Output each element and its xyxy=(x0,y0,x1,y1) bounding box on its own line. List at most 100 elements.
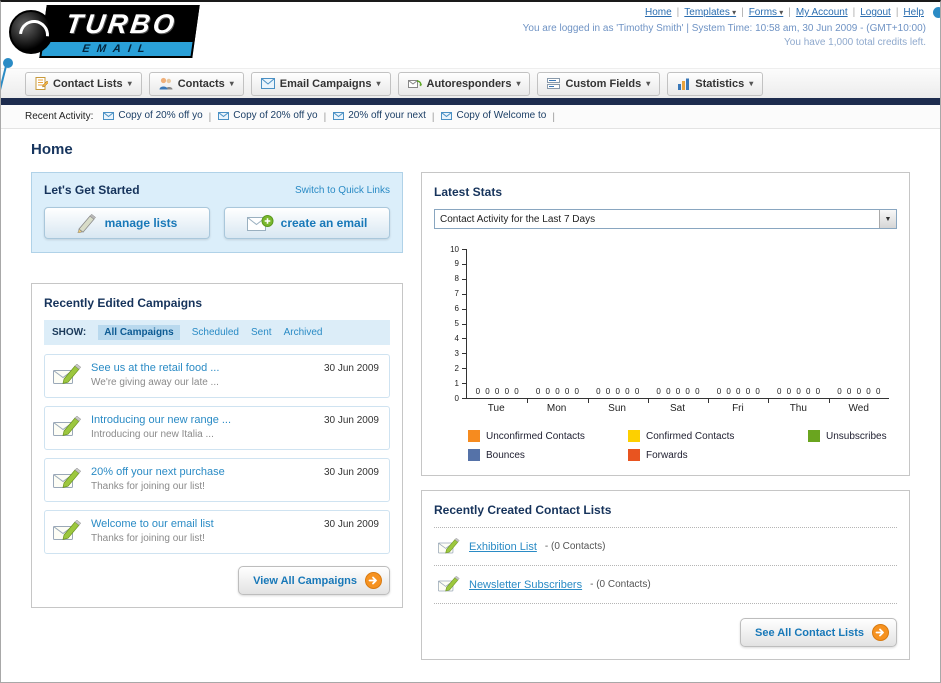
recent-activity-bar: Recent Activity: Copy of 20% off yo | Copy… xyxy=(1,105,940,129)
campaign-filter-all-campaigns[interactable]: All Campaigns xyxy=(98,325,180,340)
campaign-date: 30 Jun 2009 xyxy=(323,363,379,374)
chart-plot-area: 0 0 0 0 0 0 0 0 0 0 0 0 0 0 0 0 0 0 0 0 0 0 … xyxy=(466,249,889,403)
view-all-campaigns-button[interactable]: View All Campaigns xyxy=(238,566,390,595)
pencil-icon xyxy=(77,213,98,233)
nav-tab-contacts[interactable]: Contacts ▾ xyxy=(148,71,244,96)
nav-tab-label: Autoresponders xyxy=(426,77,512,90)
x-axis-label: Fri xyxy=(732,403,744,414)
switch-quick-links-link[interactable]: Switch to Quick Links xyxy=(295,185,390,196)
campaign-row: See us at the retail food ... We're givin… xyxy=(44,354,390,398)
get-started-panel: Let's Get Started Switch to Quick Links … xyxy=(31,172,403,253)
top-link-logout[interactable]: Logout xyxy=(860,7,891,18)
link-separator: | xyxy=(741,7,744,18)
nav-tab-contact-lists[interactable]: Contact Lists ▾ xyxy=(25,71,142,96)
legend-swatch xyxy=(808,430,820,442)
logo-swirl-icon xyxy=(9,9,53,54)
chart-x-axis: Tue Mon Sun Sat Fri Thu Wed xyxy=(466,399,889,414)
bar-group-values: 0 0 0 0 0 xyxy=(716,387,760,396)
custom-fields-icon xyxy=(547,77,561,90)
x-axis-label: Sun xyxy=(608,403,626,414)
envelope-icon xyxy=(218,111,230,120)
recent-activity-item[interactable]: Copy of 20% off yo xyxy=(103,110,203,122)
contact-list-link[interactable]: Exhibition List xyxy=(469,541,537,553)
envelope-icon xyxy=(333,111,345,120)
legend-label: Unconfirmed Contacts xyxy=(486,430,585,442)
recent-activity-item[interactable]: Copy of 20% off yo xyxy=(218,110,318,121)
contact-lists-title: Recently Created Contact Lists xyxy=(434,503,612,517)
logo-text: TURBO EMAIL xyxy=(39,5,200,58)
recent-activity-item[interactable]: Copy of Welcome to xyxy=(441,110,546,121)
see-all-contact-lists-button[interactable]: See All Contact Lists xyxy=(739,618,897,647)
campaign-filters: SHOW: All Campaigns Scheduled Sent Archived xyxy=(44,320,390,345)
campaign-filter-archived[interactable]: Archived xyxy=(284,327,323,338)
chevron-down-icon: ▾ xyxy=(127,79,132,88)
y-axis-label: 9 xyxy=(454,259,459,269)
legend-label: Confirmed Contacts xyxy=(646,430,735,442)
view-all-campaigns-label: View All Campaigns xyxy=(253,574,357,587)
nav-tab-statistics[interactable]: Statistics ▾ xyxy=(667,71,764,96)
chevron-down-icon: ▼ xyxy=(879,210,896,228)
nav-tab-autoresponders[interactable]: Autoresponders ▾ xyxy=(397,71,531,96)
y-axis-label: 6 xyxy=(454,304,459,314)
logo: TURBO EMAIL xyxy=(9,5,200,58)
edge-dot-decoration xyxy=(933,7,940,18)
chevron-down-icon: ▾ xyxy=(749,79,754,88)
x-axis-tick xyxy=(828,399,830,403)
latest-stats-title: Latest Stats xyxy=(434,185,503,199)
main-content: Home Let's Get Started Switch to Quick L… xyxy=(1,129,940,682)
bar-group-values: 0 0 0 0 0 xyxy=(535,387,579,396)
campaign-filter-scheduled[interactable]: Scheduled xyxy=(192,327,239,338)
item-separator: | xyxy=(208,111,212,123)
top-link-home[interactable]: Home xyxy=(645,7,672,18)
link-separator: | xyxy=(895,7,899,18)
manage-lists-button[interactable]: manage lists xyxy=(44,207,210,239)
legend-label: Bounces xyxy=(486,449,525,461)
contact-list-row: Newsletter Subscribers - (0 Contacts) xyxy=(434,566,897,604)
link-separator: | xyxy=(676,7,680,18)
campaign-filter-sent[interactable]: Sent xyxy=(251,327,272,338)
contact-list-link[interactable]: Newsletter Subscribers xyxy=(469,579,582,591)
nav-tab-email-campaigns[interactable]: Email Campaigns ▾ xyxy=(250,71,391,96)
top-link-templates[interactable]: Templates ▾ xyxy=(684,7,736,18)
chevron-down-icon: ▾ xyxy=(729,8,737,17)
bar-group-values: 0 0 0 0 0 xyxy=(475,387,519,396)
legend-label: Unsubscribes xyxy=(826,430,887,442)
arrow-circle-icon xyxy=(365,572,382,589)
contact-lists-icon xyxy=(35,77,48,90)
nav-tab-label: Contacts xyxy=(177,77,225,90)
top-link-help[interactable]: Help xyxy=(903,7,924,18)
contacts-icon xyxy=(159,77,173,90)
credits-info: You have 1,000 total credits left. xyxy=(784,37,926,48)
recent-activity-items: Copy of 20% off yo | Copy of 20% off yo | 20… xyxy=(103,110,562,123)
item-separator: | xyxy=(431,111,435,123)
x-axis-label: Thu xyxy=(789,403,807,414)
recent-activity-item-label: Copy of 20% off yo xyxy=(118,110,203,122)
x-axis-tick xyxy=(708,399,710,403)
legend-swatch xyxy=(628,430,640,442)
campaign-subtitle: Introducing our new Italia ... xyxy=(91,429,214,440)
envelope-plus-icon xyxy=(246,214,274,232)
latest-stats-panel: Latest Stats Contact Activity for the La… xyxy=(421,172,910,476)
campaign-date: 30 Jun 2009 xyxy=(323,519,379,530)
nav-tab-custom-fields[interactable]: Custom Fields ▾ xyxy=(537,71,661,96)
contact-lists: Exhibition List - (0 Contacts) Newsletter … xyxy=(434,527,897,604)
recent-activity-item-label: Copy of Welcome to xyxy=(456,110,547,122)
create-an-email-button[interactable]: create an email xyxy=(224,207,390,239)
top-link-forms[interactable]: Forms ▾ xyxy=(749,7,784,18)
stats-period-select[interactable]: Contact Activity for the Last 7 Days ▼ xyxy=(434,209,897,229)
recent-activity-item[interactable]: 20% off your next xyxy=(333,110,426,121)
stats-period-value: Contact Activity for the Last 7 Days xyxy=(440,213,596,225)
campaign-row: Welcome to our email list Thanks for join… xyxy=(44,510,390,554)
top-link-my-account[interactable]: My Account xyxy=(796,7,848,18)
campaigns-title: Recently Edited Campaigns xyxy=(44,296,203,310)
bar-group-values: 0 0 0 0 0 xyxy=(656,387,700,396)
app-window: TURBO EMAIL Home | Templates ▾ | Forms ▾ | My … xyxy=(0,0,941,683)
recent-activity-item-label: 20% off your next xyxy=(348,110,426,122)
legend-item-bounces: Bounces xyxy=(468,449,628,461)
header: TURBO EMAIL Home | Templates ▾ | Forms ▾ | My … xyxy=(1,2,940,109)
bar-group-values: 0 0 0 0 0 xyxy=(776,387,821,396)
envelope-pencil-icon xyxy=(53,364,83,386)
legend-item-confirmed-contacts: Confirmed Contacts xyxy=(628,430,808,442)
campaign-list: See us at the retail food ... We're givin… xyxy=(44,354,390,554)
contact-list-detail: - (0 Contacts) xyxy=(544,541,606,552)
